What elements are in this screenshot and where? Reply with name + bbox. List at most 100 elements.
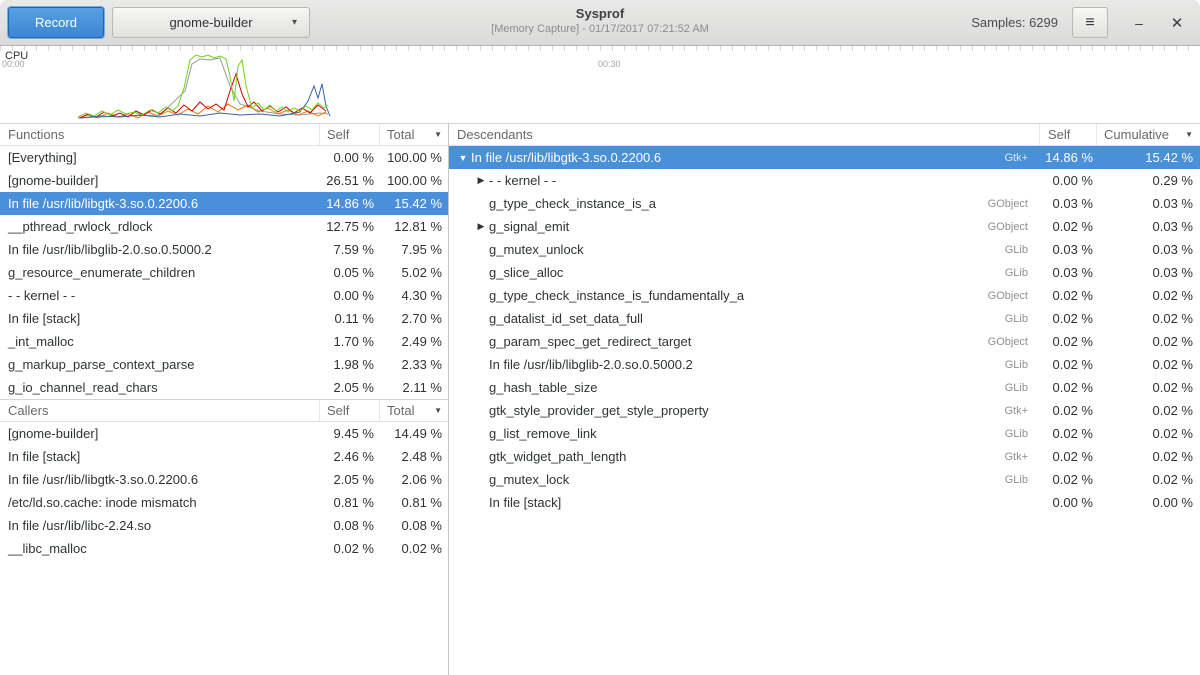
cumulative-column-label: Cumulative: [1104, 127, 1169, 142]
cumulative-percent: 15.42 %: [1097, 150, 1200, 165]
minimize-icon: –: [1135, 15, 1143, 31]
self-percent: 0.02 %: [320, 541, 380, 556]
functions-column-label: Functions: [8, 127, 64, 142]
callers-column-header[interactable]: Callers: [0, 400, 320, 421]
table-row[interactable]: In file /usr/lib/libgtk-3.so.0.2200.6 14…: [0, 192, 448, 215]
descendant-name: g_type_check_instance_is_fundamentally_a: [489, 288, 988, 303]
cpu-graph-area[interactable]: CPU 00:00 00:30: [0, 46, 1200, 123]
expander-icon[interactable]: ▶: [473, 175, 489, 186]
self-percent: 0.02 %: [1040, 288, 1097, 303]
table-row[interactable]: g_type_check_instance_is_fundamentally_a…: [449, 284, 1200, 307]
table-row[interactable]: In file [stack] 0.11 % 2.70 %: [0, 307, 448, 330]
self-percent: 0.02 %: [1040, 449, 1097, 464]
expander-expanded-icon[interactable]: ▼: [455, 153, 471, 163]
total-percent: 2.11 %: [380, 380, 448, 395]
self-column-label: Self: [327, 127, 349, 142]
table-row[interactable]: /etc/ld.so.cache: inode mismatch 0.81 % …: [0, 491, 448, 514]
descendant-name: g_slice_alloc: [489, 265, 1005, 280]
process-selector-label: gnome-builder: [169, 15, 252, 30]
total-percent: 14.49 %: [380, 426, 448, 441]
cumulative-percent: 0.02 %: [1097, 288, 1200, 303]
table-row[interactable]: _int_malloc 1.70 % 2.49 %: [0, 330, 448, 353]
callers-table-body: [gnome-builder] 9.45 % 14.49 % In file […: [0, 422, 448, 560]
main-content: Functions Self Total ▼ [Everything] 0.00…: [0, 123, 1200, 675]
self-percent: 0.81 %: [320, 495, 380, 510]
close-button[interactable]: ✕: [1162, 8, 1192, 38]
functions-column-header[interactable]: Functions: [0, 124, 320, 145]
table-row[interactable]: g_list_remove_link GLib 0.02 % 0.02 %: [449, 422, 1200, 445]
table-row[interactable]: gtk_widget_path_length Gtk+ 0.02 % 0.02 …: [449, 445, 1200, 468]
table-row[interactable]: [gnome-builder] 26.51 % 100.00 %: [0, 169, 448, 192]
cumulative-percent: 0.02 %: [1097, 426, 1200, 441]
table-row[interactable]: g_type_check_instance_is_a GObject 0.03 …: [449, 192, 1200, 215]
self-percent: 1.70 %: [320, 334, 380, 349]
table-row[interactable]: In file /usr/lib/libglib-2.0.so.0.5000.2…: [0, 238, 448, 261]
functions-self-column-header[interactable]: Self: [320, 124, 380, 145]
table-row[interactable]: g_slice_alloc GLib 0.03 % 0.03 %: [449, 261, 1200, 284]
function-name: __pthread_rwlock_rdlock: [0, 219, 320, 234]
table-row[interactable]: [gnome-builder] 9.45 % 14.49 %: [0, 422, 448, 445]
total-percent: 0.81 %: [380, 495, 448, 510]
table-row[interactable]: ▶ - - kernel - - 0.00 % 0.29 %: [449, 169, 1200, 192]
cumulative-percent: 0.02 %: [1097, 380, 1200, 395]
self-column-label: Self: [327, 403, 349, 418]
callers-self-column-header[interactable]: Self: [320, 400, 380, 421]
descendant-name: g_signal_emit: [489, 219, 988, 234]
descendants-self-column-header[interactable]: Self: [1040, 124, 1097, 145]
table-row[interactable]: g_datalist_id_set_data_full GLib 0.02 % …: [449, 307, 1200, 330]
self-percent: 12.75 %: [320, 219, 380, 234]
right-pane: Descendants Self Cumulative ▼ ▼ In file …: [449, 123, 1200, 675]
library-tag: GLib: [1005, 428, 1028, 440]
table-row[interactable]: __pthread_rwlock_rdlock 12.75 % 12.81 %: [0, 215, 448, 238]
self-percent: 0.02 %: [1040, 472, 1097, 487]
cumulative-percent: 0.02 %: [1097, 357, 1200, 372]
total-column-label: Total: [387, 127, 414, 142]
library-tag: GObject: [988, 198, 1028, 210]
descendants-cumulative-column-header[interactable]: Cumulative ▼: [1097, 124, 1200, 145]
minimize-button[interactable]: –: [1124, 8, 1154, 38]
total-percent: 15.42 %: [380, 196, 448, 211]
expander-icon[interactable]: ▶: [473, 221, 489, 232]
table-row[interactable]: ▶ g_signal_emit GObject 0.02 % 0.03 %: [449, 215, 1200, 238]
self-column-label: Self: [1048, 127, 1070, 142]
table-row[interactable]: In file /usr/lib/libc-2.24.so 0.08 % 0.0…: [0, 514, 448, 537]
table-row[interactable]: g_mutex_unlock GLib 0.03 % 0.03 %: [449, 238, 1200, 261]
table-row[interactable]: - - kernel - - 0.00 % 4.30 %: [0, 284, 448, 307]
descendant-name: In file /usr/lib/libgtk-3.so.0.2200.6: [471, 150, 1004, 165]
descendants-header-row: Descendants Self Cumulative ▼: [449, 123, 1200, 146]
table-row[interactable]: In file [stack] 0.00 % 0.00 %: [449, 491, 1200, 514]
self-percent: 0.02 %: [1040, 426, 1097, 441]
table-row[interactable]: gtk_style_provider_get_style_property Gt…: [449, 399, 1200, 422]
function-name: __libc_malloc: [0, 541, 320, 556]
table-row[interactable]: g_param_spec_get_redirect_target GObject…: [449, 330, 1200, 353]
process-selector-dropdown[interactable]: gnome-builder ▾: [112, 7, 310, 38]
table-row[interactable]: g_io_channel_read_chars 2.05 % 2.11 %: [0, 376, 448, 399]
table-row[interactable]: __libc_malloc 0.02 % 0.02 %: [0, 537, 448, 560]
table-row[interactable]: In file /usr/lib/libgtk-3.so.0.2200.6 2.…: [0, 468, 448, 491]
total-percent: 12.81 %: [380, 219, 448, 234]
total-column-label: Total: [387, 403, 414, 418]
library-tag: GObject: [988, 290, 1028, 302]
library-tag: Gtk+: [1004, 405, 1028, 417]
table-row[interactable]: In file [stack] 2.46 % 2.48 %: [0, 445, 448, 468]
total-percent: 0.02 %: [380, 541, 448, 556]
library-tag: Gtk+: [1004, 152, 1028, 164]
functions-total-column-header[interactable]: Total ▼: [380, 124, 448, 145]
descendants-column-header[interactable]: Descendants: [449, 124, 1040, 145]
self-percent: 0.02 %: [1040, 357, 1097, 372]
self-percent: 2.05 %: [320, 472, 380, 487]
function-name: In file [stack]: [0, 449, 320, 464]
menu-button[interactable]: ≡: [1072, 7, 1108, 38]
callers-total-column-header[interactable]: Total ▼: [380, 400, 448, 421]
descendants-table-body: ▼ In file /usr/lib/libgtk-3.so.0.2200.6 …: [449, 146, 1200, 514]
table-row[interactable]: [Everything] 0.00 % 100.00 %: [0, 146, 448, 169]
table-row[interactable]: g_resource_enumerate_children 0.05 % 5.0…: [0, 261, 448, 284]
self-percent: 0.02 %: [1040, 219, 1097, 234]
cumulative-percent: 0.02 %: [1097, 472, 1200, 487]
table-row[interactable]: g_markup_parse_context_parse 1.98 % 2.33…: [0, 353, 448, 376]
table-row[interactable]: g_hash_table_size GLib 0.02 % 0.02 %: [449, 376, 1200, 399]
table-row[interactable]: g_mutex_lock GLib 0.02 % 0.02 %: [449, 468, 1200, 491]
descendants-selected-row[interactable]: ▼ In file /usr/lib/libgtk-3.so.0.2200.6 …: [449, 146, 1200, 169]
record-button[interactable]: Record: [8, 7, 104, 38]
table-row[interactable]: In file /usr/lib/libglib-2.0.so.0.5000.2…: [449, 353, 1200, 376]
